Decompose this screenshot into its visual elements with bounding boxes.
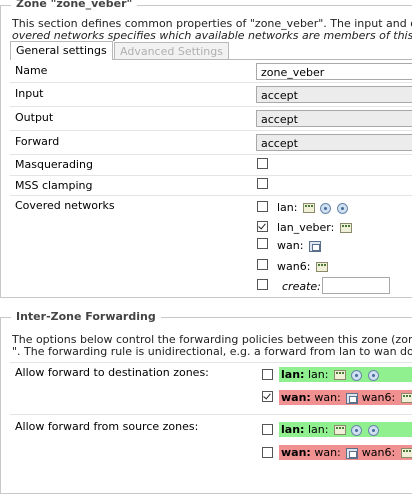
ethernet-icon (333, 425, 346, 435)
network-checkbox-wan6[interactable] (257, 259, 268, 270)
masquerading-label: Masquerading (15, 158, 93, 171)
dest-zone-checkbox-lan[interactable] (262, 369, 273, 380)
src-zone-wan[interactable]: wan: wan: wan6: (279, 445, 412, 460)
row-separator (10, 106, 412, 107)
network-checkbox-create[interactable] (257, 279, 268, 290)
ethernet-icon (333, 370, 346, 380)
input-policy-select[interactable]: accept (256, 86, 412, 103)
row-separator (10, 175, 412, 176)
vnet-icon (346, 392, 359, 404)
dest-zone-checkbox-wan[interactable] (262, 391, 273, 402)
row-separator (10, 82, 412, 83)
zone-networks-2: wan6: (358, 391, 396, 404)
network-checkbox-lan-veber[interactable] (257, 221, 268, 232)
zone-name: lan: (281, 368, 305, 381)
forward-label: Forward (15, 135, 60, 148)
ethernet-icon (400, 393, 412, 403)
src-zone-checkbox-lan[interactable] (262, 424, 273, 435)
ethernet-icon (339, 223, 352, 233)
src-zone-checkbox-wan[interactable] (262, 447, 273, 458)
covered-networks-label: Covered networks (15, 199, 115, 212)
output-policy-select[interactable]: accept (256, 110, 412, 127)
network-name-wan6: wan6: (277, 260, 311, 273)
network-create-label: create: (282, 280, 321, 293)
output-label: Output (15, 111, 54, 124)
network-lan: lan: (277, 201, 348, 214)
ethernet-icon (315, 262, 328, 272)
row-separator (10, 362, 412, 363)
network-checkbox-wan[interactable] (257, 238, 268, 249)
forwarding-legend: Inter-Zone Forwarding (11, 310, 161, 323)
mss-clamping-checkbox[interactable] (257, 178, 268, 189)
name-label: Name (15, 64, 48, 77)
ethernet-icon (400, 448, 412, 458)
src-zone-lan[interactable]: lan: lan: (279, 422, 412, 437)
network-wan6: wan6: (277, 260, 328, 273)
create-network-input[interactable] (322, 277, 390, 294)
zone-networks-2: wan6: (358, 446, 396, 459)
wifi-icon (367, 424, 379, 436)
network-checkbox-lan[interactable] (257, 201, 268, 212)
zone-networks: lan: (307, 368, 329, 381)
tab-general-settings[interactable]: General settings (10, 41, 113, 60)
tab-advanced-settings[interactable]: Advanced Settings (114, 42, 229, 60)
network-name-lan-veber: lan_veber: (277, 221, 335, 234)
vnet-icon (308, 240, 321, 252)
zone-networks: wan: (314, 391, 345, 404)
wifi-icon (367, 369, 379, 381)
wifi-icon (351, 424, 363, 436)
row-separator (10, 154, 412, 155)
row-separator (10, 130, 412, 131)
forward-policy-select[interactable]: accept (256, 134, 412, 151)
masquerading-checkbox[interactable] (257, 158, 268, 169)
zone-name: wan: (281, 391, 311, 404)
dest-zones-label: Allow forward to destination zones: (15, 366, 209, 379)
network-name-wan: wan: (277, 239, 304, 252)
src-zones-label: Allow forward from source zones: (15, 420, 199, 433)
row-separator (10, 195, 412, 196)
vnet-icon (346, 447, 359, 459)
row-separator (10, 414, 412, 415)
zone-name: lan: (281, 423, 305, 436)
zone-networks: lan: (307, 423, 329, 436)
zone-legend: Zone "zone_veber" (11, 0, 138, 10)
dest-zone-lan[interactable]: lan: lan: (279, 367, 412, 382)
wifi-icon (351, 369, 363, 381)
network-wan: wan: (277, 239, 321, 252)
zone-networks: wan: (314, 446, 345, 459)
name-input[interactable]: zone_veber (256, 63, 412, 80)
input-label: Input (15, 87, 44, 100)
ethernet-icon (302, 203, 315, 213)
wifi-icon (320, 202, 332, 214)
mss-clamping-label: MSS clamping (15, 179, 93, 192)
zone-name: wan: (281, 446, 311, 459)
network-lan-veber: lan_veber: (277, 221, 352, 234)
wifi-icon (336, 202, 348, 214)
forwarding-description-2: ". The forwarding rule is unidirectional… (12, 345, 412, 358)
dest-zone-wan[interactable]: wan: wan: wan6: (279, 390, 412, 405)
network-name-lan: lan: (277, 201, 298, 214)
